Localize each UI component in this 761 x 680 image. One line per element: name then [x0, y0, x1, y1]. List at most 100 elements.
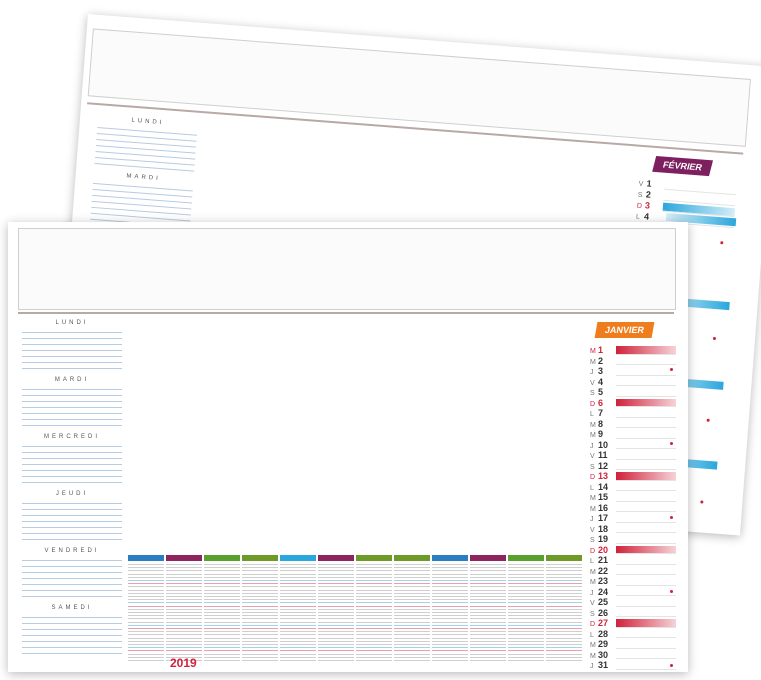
day-line	[616, 374, 676, 376]
mini-day-line	[356, 618, 392, 620]
mini-day-line	[356, 640, 392, 642]
mini-day-line	[128, 612, 164, 613]
ruled-line	[22, 332, 122, 333]
mini-day-line	[318, 570, 354, 572]
mini-day-line	[242, 634, 278, 636]
mini-day-line	[546, 637, 582, 639]
mini-day-line	[166, 644, 202, 645]
ruled-line	[22, 395, 122, 396]
mini-day-line	[166, 653, 202, 655]
mini-day-line	[318, 644, 354, 645]
mini-day-line	[546, 586, 582, 588]
mini-day-line	[128, 602, 164, 604]
mini-day-line	[166, 602, 202, 604]
mini-month	[166, 555, 202, 663]
mini-day-line	[128, 650, 164, 652]
ruled-line	[22, 452, 122, 453]
ruled-line	[22, 584, 122, 585]
ruled-line	[22, 413, 122, 414]
mini-day-line	[546, 640, 582, 642]
mini-day-line	[432, 596, 468, 597]
mini-day-line	[508, 573, 544, 575]
mini-day-line	[394, 564, 430, 565]
mini-day-line	[546, 596, 582, 597]
mini-day-line	[242, 589, 278, 591]
mini-day-line	[432, 599, 468, 601]
mini-day-line	[204, 621, 240, 623]
mini-day-line	[508, 621, 544, 623]
mini-day-line	[204, 576, 240, 578]
mini-day-line	[242, 583, 278, 585]
mini-day-line	[508, 605, 544, 607]
mini-day-line	[394, 640, 430, 642]
mini-day-line	[508, 628, 544, 629]
mini-day-line	[280, 612, 316, 613]
mini-day-line	[318, 586, 354, 588]
mini-day-line	[204, 656, 240, 658]
mini-day-line	[204, 612, 240, 613]
mini-day-line	[318, 656, 354, 658]
mini-day-line	[470, 624, 506, 626]
mini-day-line	[394, 605, 430, 607]
mini-day-line	[242, 608, 278, 610]
front-header-divider	[18, 312, 674, 314]
mini-day-line	[166, 605, 202, 607]
mini-day-line	[432, 628, 468, 629]
mini-day-line	[432, 586, 468, 588]
mini-day-line	[128, 586, 164, 588]
mini-day-line	[204, 637, 240, 639]
mini-month-header	[242, 555, 278, 561]
mini-day-line	[508, 583, 544, 585]
mini-day-line	[128, 656, 164, 658]
mini-day-line	[546, 592, 582, 594]
mini-day-line	[356, 570, 392, 572]
mini-day-line	[356, 573, 392, 575]
mini-day-line	[356, 605, 392, 607]
mini-day-line	[546, 583, 582, 585]
back-month-header: FÉVRIER	[652, 156, 714, 177]
mini-day-line	[508, 640, 544, 642]
mini-day-line	[508, 615, 544, 617]
mini-day-line	[546, 653, 582, 655]
mini-day-line	[242, 573, 278, 575]
mini-day-line	[128, 596, 164, 597]
mini-day-line	[356, 621, 392, 623]
mini-day-line	[204, 653, 240, 655]
mini-day-line	[318, 576, 354, 578]
mini-day-line	[394, 596, 430, 597]
mini-day-line	[394, 615, 430, 617]
day-line	[664, 188, 737, 196]
holiday-dot	[670, 664, 673, 667]
mini-day-line	[280, 599, 316, 601]
mini-day-line	[280, 615, 316, 617]
mini-day-line	[546, 624, 582, 626]
mini-month	[242, 555, 278, 663]
mini-day-line	[432, 612, 468, 613]
mini-day-line	[318, 605, 354, 607]
day-line	[616, 469, 676, 470]
yearly-mini-calendars	[128, 555, 588, 667]
day-line	[616, 416, 676, 418]
mini-day-line	[128, 624, 164, 626]
mini-day-line	[280, 647, 316, 649]
mini-day-line	[356, 660, 392, 661]
mini-day-line	[508, 624, 544, 626]
mini-day-line	[318, 640, 354, 642]
mini-day-line	[204, 631, 240, 633]
mini-month-header	[508, 555, 544, 561]
mini-day-line	[166, 567, 202, 569]
mini-day-line	[280, 637, 316, 639]
mini-day-line	[204, 583, 240, 585]
mini-day-line	[128, 640, 164, 642]
mini-day-line	[318, 599, 354, 601]
mini-day-line	[204, 580, 240, 581]
day-line	[616, 427, 676, 428]
mini-day-line	[508, 599, 544, 601]
mini-day-line	[242, 656, 278, 658]
mini-day-line	[470, 653, 506, 655]
mini-day-line	[204, 596, 240, 597]
mini-day-line	[242, 570, 278, 572]
mini-day-line	[432, 592, 468, 594]
mini-day-line	[470, 631, 506, 633]
mini-day-line	[318, 580, 354, 581]
